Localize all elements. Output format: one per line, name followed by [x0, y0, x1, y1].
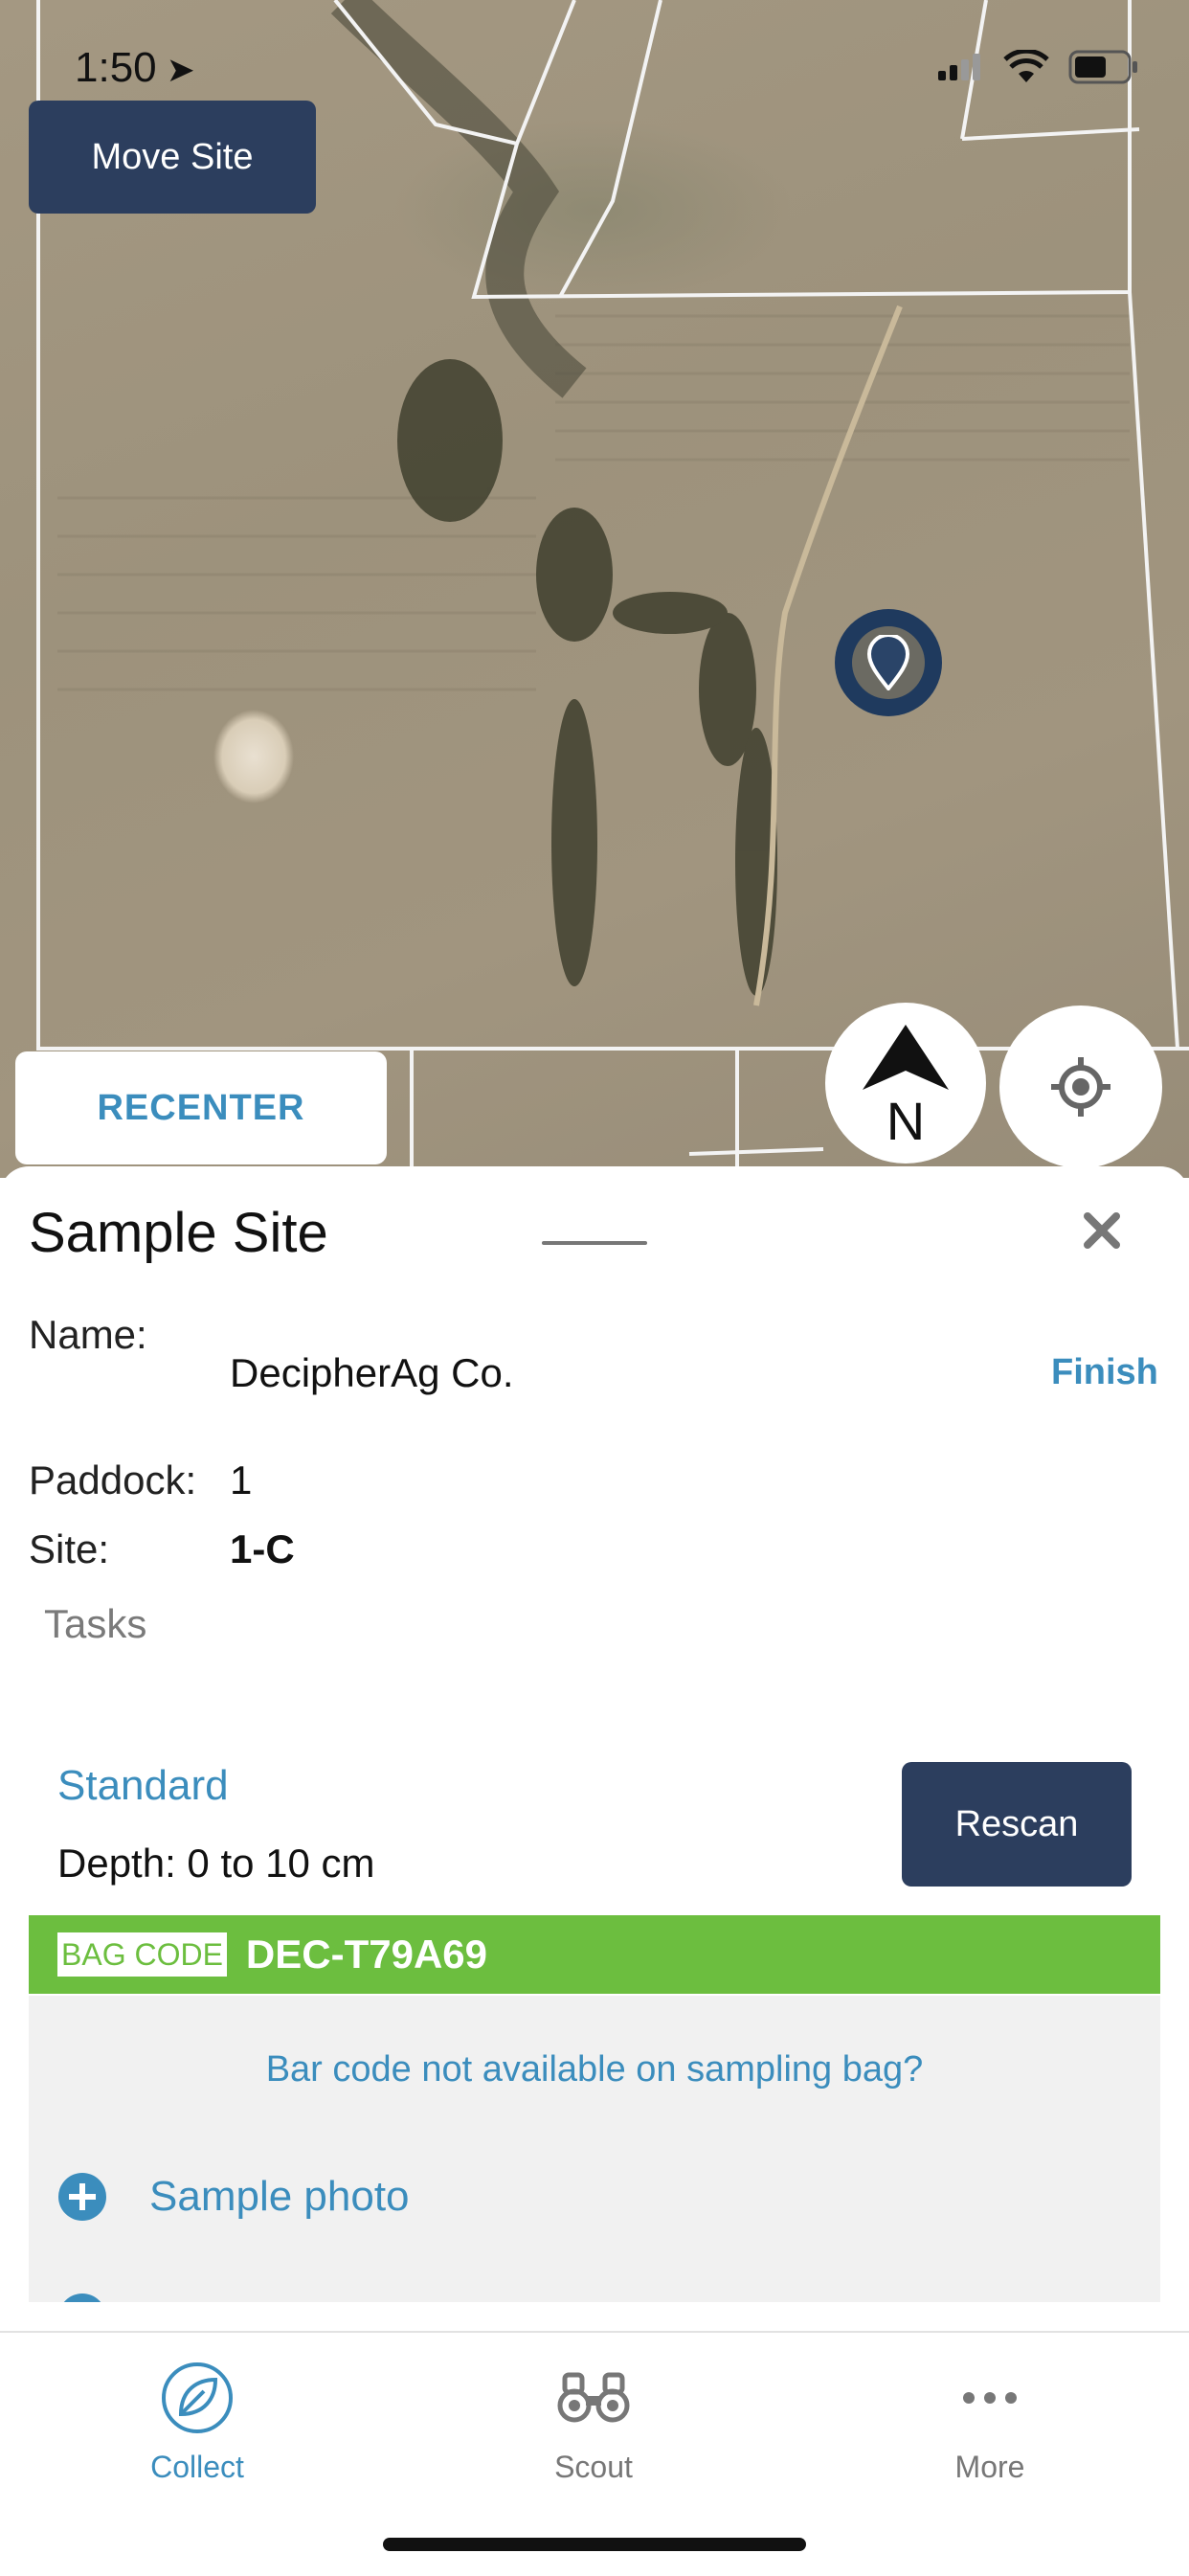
tab-scout-label: Scout [554, 2450, 633, 2484]
my-location-button[interactable] [999, 1006, 1162, 1168]
leaf-icon [162, 2362, 233, 2433]
sample-site-sheet: Sample Site Name: DecipherAg Co. Finish … [0, 1166, 1189, 2331]
sample-photo-label: Sample photo [149, 2173, 410, 2220]
north-arrow-icon: N [863, 1025, 949, 1145]
status-time: 1:50 ➤ [75, 44, 195, 92]
sheet-drag-handle[interactable] [542, 1241, 647, 1245]
tab-collect[interactable]: Collect [101, 2354, 293, 2485]
task-detail-panel: Bar code not available on sampling bag? … [29, 1996, 1160, 2302]
site-value: 1-C [230, 1526, 295, 1571]
name-label: Name: [29, 1312, 147, 1357]
task-name: Standard [57, 1762, 229, 1809]
bottom-tab-bar: Collect Scout More [0, 2331, 1189, 2576]
wifi-icon [1003, 50, 1049, 82]
tasks-label: Tasks [44, 1601, 147, 1646]
close-icon[interactable] [1080, 1209, 1124, 1253]
battery-icon [1068, 50, 1137, 84]
crosshair-icon [1051, 1057, 1110, 1117]
tab-collect-label: Collect [150, 2450, 244, 2484]
rescan-button[interactable]: Rescan [902, 1762, 1132, 1887]
status-time-text: 1:50 [75, 44, 157, 91]
name-value: DecipherAg Co. [230, 1350, 514, 1395]
compass-letter: N [886, 1091, 925, 1145]
paddock-value: 1 [230, 1457, 253, 1503]
map-pin-icon [866, 635, 910, 690]
home-indicator[interactable] [383, 2538, 806, 2551]
move-site-button[interactable]: Move Site [29, 101, 316, 214]
recenter-button[interactable]: RECENTER [15, 1051, 387, 1164]
paddock-label: Paddock: [29, 1457, 197, 1503]
compass-button[interactable]: N [825, 1003, 986, 1164]
task-depth: Depth: 0 to 10 cm [57, 1841, 375, 1886]
site-label: Site: [29, 1526, 110, 1571]
tab-scout[interactable]: Scout [498, 2354, 689, 2485]
tab-more-label: More [954, 2450, 1025, 2484]
bag-code-chip: BAG CODE [57, 1932, 227, 1977]
cellular-signal-icon [938, 54, 980, 80]
tab-more[interactable]: More [894, 2354, 1086, 2485]
add-circle-icon [58, 2173, 106, 2221]
sheet-title: Sample Site [29, 1202, 328, 1264]
more-dots-icon [963, 2392, 1017, 2404]
binoculars-icon [557, 2372, 630, 2423]
finish-button[interactable]: Finish [1051, 1352, 1158, 1393]
location-arrow-icon: ➤ [166, 50, 195, 89]
sample-photo-row[interactable]: Sample photo [57, 2172, 410, 2222]
sample-site-marker[interactable] [835, 609, 942, 716]
bag-code-bar: BAG CODE DEC-T79A69 [29, 1915, 1160, 1994]
bag-code-value: DEC-T79A69 [245, 1932, 488, 1977]
status-icons [936, 50, 1139, 84]
barcode-unavailable-link[interactable]: Bar code not available on sampling bag? [29, 2049, 1160, 2090]
add-circle-icon[interactable] [57, 2293, 107, 2302]
satellite-map[interactable]: 1:50 ➤ Move Site RECENTER N [0, 0, 1189, 1178]
